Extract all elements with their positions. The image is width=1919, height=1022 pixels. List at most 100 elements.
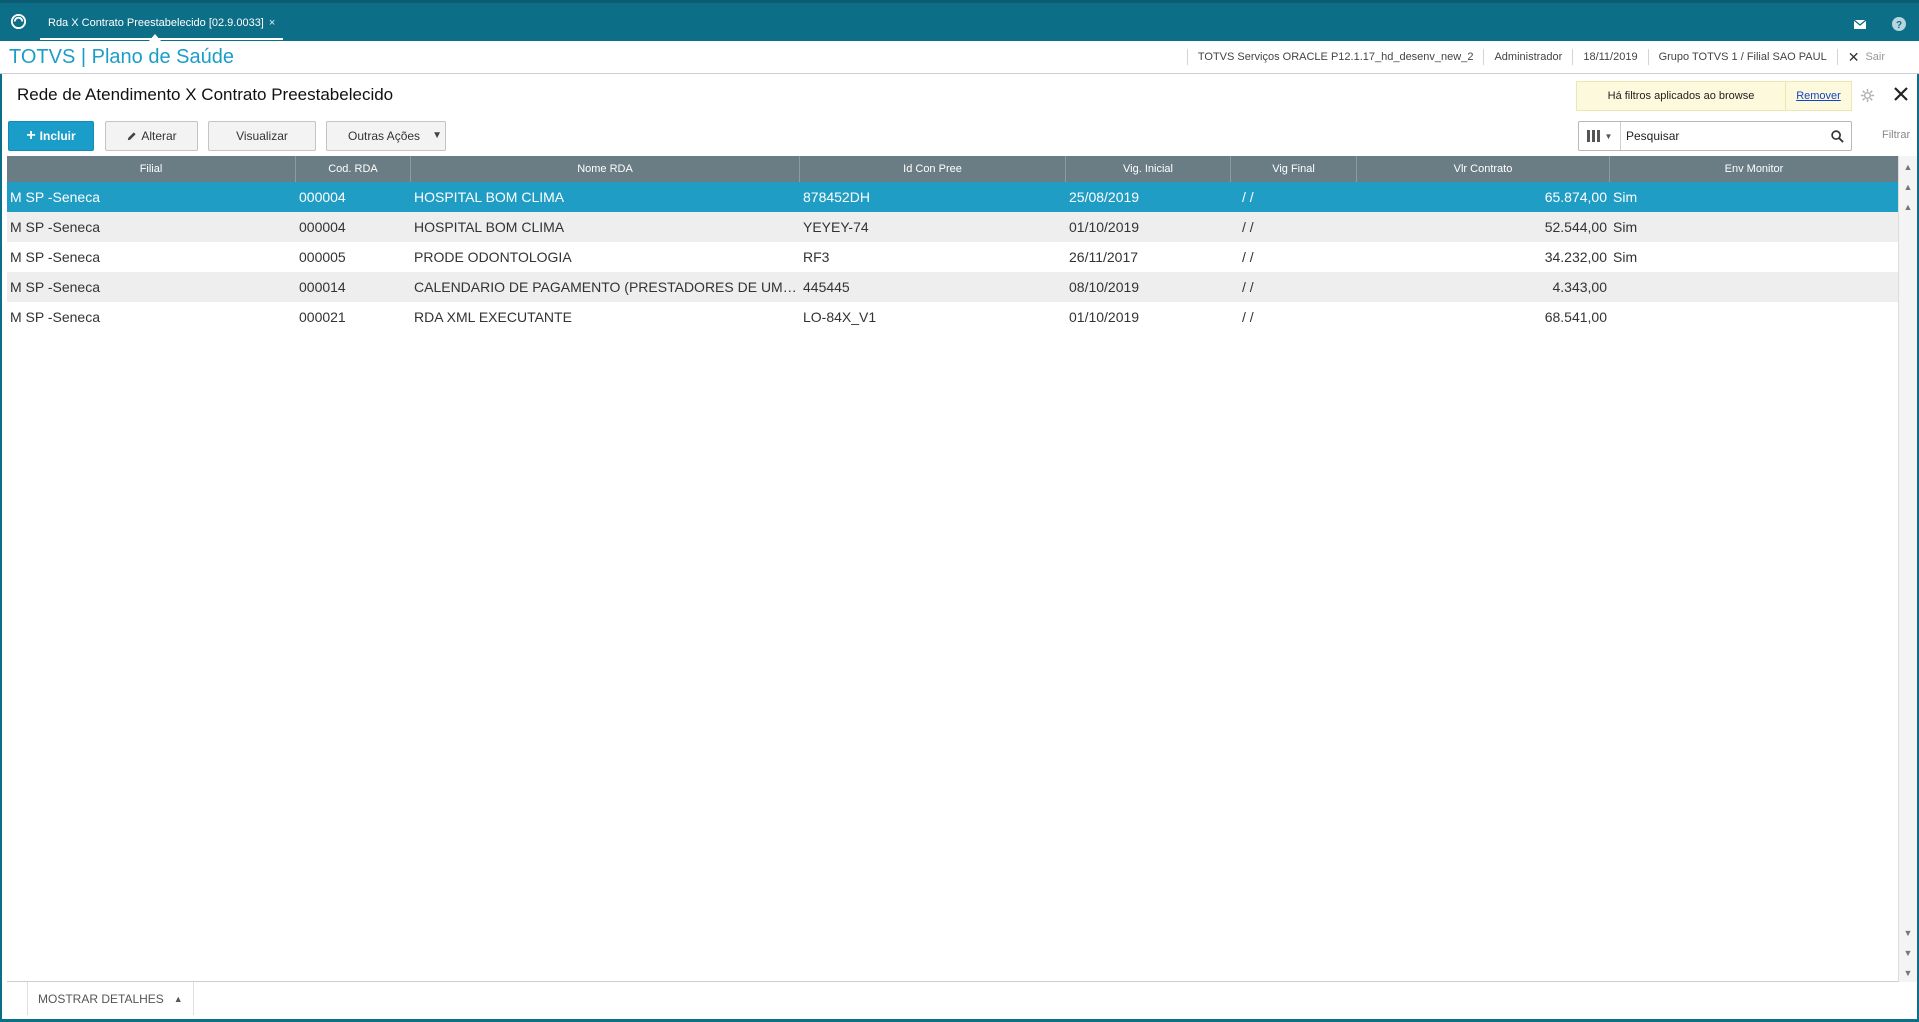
cell-vig-final: / / (1242, 279, 1254, 295)
scroll-bottom-icon[interactable]: ▼ (1902, 966, 1914, 980)
scroll-down-icon[interactable]: ▼ (1902, 926, 1914, 940)
top-bar: Rda X Contrato Preestabelecido [02.9.003… (0, 0, 1919, 41)
search-input[interactable] (1621, 129, 1823, 143)
tab-label: Rda X Contrato Preestabelecido [02.9.003… (48, 17, 264, 29)
cell-id-con-pree: YEYEY-74 (803, 219, 869, 235)
search-icon (1830, 129, 1844, 143)
search-button[interactable] (1823, 129, 1851, 143)
cell-filial: M SP -Seneca (10, 309, 101, 325)
edit-label: Alterar (141, 129, 177, 143)
view-button[interactable]: Visualizar (208, 121, 316, 151)
scroll-up-icon[interactable]: ▲ (1902, 200, 1914, 214)
cell-cod-rda: 000021 (299, 309, 346, 325)
exit-label: Sair (1865, 51, 1885, 63)
column-header-id-con-pree[interactable]: Id Con Pree (800, 156, 1066, 182)
close-icon: ✕ (1847, 49, 1860, 65)
column-header-nome-rda[interactable]: Nome RDA (411, 156, 800, 182)
cell-filial: M SP -Seneca (10, 249, 101, 265)
cell-env-monitor (1610, 272, 1898, 302)
table-row[interactable]: M SP -Seneca 000005 PRODE ODONTOLOGIA RF… (7, 242, 1898, 272)
cell-vlr-contrato: 68.541,00 (1544, 309, 1607, 325)
scroll-page-down-icon[interactable]: ▼ (1902, 946, 1914, 960)
cell-cod-rda: 000014 (299, 279, 346, 295)
cell-vlr-contrato: 52.544,00 (1544, 219, 1607, 235)
close-page-icon[interactable] (1893, 86, 1909, 102)
tab-rda-contrato[interactable]: Rda X Contrato Preestabelecido [02.9.003… (40, 8, 284, 40)
cell-vig-inicial: 01/10/2019 (1069, 309, 1140, 325)
cell-vig-final: / / (1242, 189, 1254, 205)
remove-filter-link[interactable]: Remover (1785, 82, 1851, 110)
show-details-label: MOSTRAR DETALHES (38, 991, 164, 1006)
cell-nome-rda: HOSPITAL BOM CLIMA (414, 219, 565, 235)
table-row[interactable]: M SP -Seneca 000014 CALENDARIO DE PAGAME… (7, 272, 1898, 302)
cell-env-monitor (1610, 302, 1898, 332)
cell-vlr-contrato: 65.874,00 (1544, 189, 1607, 205)
cell-nome-rda: RDA XML EXECUTANTE (414, 309, 572, 325)
column-header-env-monitor[interactable]: Env Monitor (1610, 156, 1898, 182)
show-details-button[interactable]: MOSTRAR DETALHES ▲ (27, 982, 194, 1015)
environment-label: TOTVS Serviços ORACLE P12.1.17_hd_desenv… (1186, 49, 1484, 65)
cell-filial: M SP -Seneca (10, 219, 101, 235)
table-row[interactable]: M SP -Seneca 000004 HOSPITAL BOM CLIMA Y… (7, 212, 1898, 242)
pencil-icon (128, 131, 136, 140)
filter-notice: Há filtros aplicados ao browse Remover (1576, 81, 1852, 111)
company-label[interactable]: Grupo TOTVS 1 / Filial SAO PAUL (1647, 49, 1837, 65)
column-header-vig-inicial[interactable]: Vig. Inicial (1066, 156, 1231, 182)
plus-icon: + (26, 127, 36, 144)
filter-notice-text: Há filtros aplicados ao browse (1607, 90, 1755, 102)
help-icon[interactable]: ? (1891, 16, 1907, 32)
include-button[interactable]: + Incluir (8, 121, 94, 151)
table-row[interactable]: M SP -Seneca 000004 HOSPITAL BOM CLIMA 8… (7, 182, 1898, 212)
mail-icon[interactable] (1852, 16, 1868, 32)
include-label: Incluir (39, 129, 76, 143)
active-tab-indicator (149, 34, 161, 41)
cell-vig-final: / / (1242, 249, 1254, 265)
table-row[interactable]: M SP -Seneca 000021 RDA XML EXECUTANTE L… (7, 302, 1898, 332)
cell-vig-inicial: 08/10/2019 (1069, 279, 1140, 295)
other-actions-button[interactable]: Outras Ações ▼ (326, 121, 446, 151)
cell-id-con-pree: LO-84X_V1 (803, 309, 877, 325)
edit-button[interactable]: Alterar (105, 121, 198, 151)
column-header-cod-rda[interactable]: Cod. RDA (296, 156, 411, 182)
cell-id-con-pree: 445445 (803, 279, 850, 295)
footer-bar: MOSTRAR DETALHES ▲ (7, 981, 1898, 1015)
session-info: TOTVS Serviços ORACLE P12.1.17_hd_desenv… (1186, 41, 1895, 73)
cell-nome-rda: PRODE ODONTOLOGIA (414, 249, 572, 265)
grid-header: Filial Cod. RDA Nome RDA Id Con Pree Vig… (7, 156, 1898, 182)
cell-env-monitor: Sim (1613, 189, 1638, 205)
cell-nome-rda: HOSPITAL BOM CLIMA (414, 189, 565, 205)
cell-cod-rda: 000004 (299, 189, 346, 205)
page-title: Rede de Atendimento X Contrato Preestabe… (17, 85, 394, 104)
cell-vig-inicial: 25/08/2019 (1069, 189, 1140, 205)
cell-env-monitor: Sim (1613, 219, 1638, 235)
column-header-vlr-contrato[interactable]: Vlr Contrato (1357, 156, 1610, 182)
user-label: Administrador (1483, 49, 1572, 65)
cell-vlr-contrato: 4.343,00 (1552, 279, 1608, 295)
gear-icon[interactable] (1860, 88, 1875, 103)
scroll-page-up-icon[interactable]: ▲ (1902, 180, 1914, 194)
totvs-logo-icon[interactable] (10, 13, 27, 30)
cell-filial: M SP -Seneca (10, 189, 101, 205)
cell-id-con-pree: RF3 (803, 249, 830, 265)
svg-text:?: ? (1896, 20, 1902, 31)
cell-id-con-pree: 878452DH (803, 189, 870, 205)
data-grid: Filial Cod. RDA Nome RDA Id Con Pree Vig… (7, 156, 1898, 332)
app-title: TOTVS | Plano de Saúde (9, 46, 234, 68)
column-header-filial[interactable]: Filial (7, 156, 296, 182)
cell-cod-rda: 000005 (299, 249, 346, 265)
tab-close-icon[interactable]: × (269, 17, 275, 29)
scroll-top-icon[interactable]: ▲ (1902, 160, 1914, 174)
column-selector[interactable]: ▼ (1579, 122, 1621, 150)
exit-button[interactable]: ✕ Sair (1836, 49, 1895, 65)
search-box: ▼ (1578, 121, 1852, 151)
view-label: Visualizar (236, 129, 288, 143)
cell-vig-final: / / (1242, 219, 1254, 235)
header-bar: TOTVS | Plano de Saúde TOTVS Serviços OR… (0, 41, 1919, 74)
filter-link[interactable]: Filtrar (1882, 129, 1910, 141)
caret-down-icon: ▼ (432, 130, 442, 141)
cell-filial: M SP -Seneca (10, 279, 101, 295)
column-header-vig-final[interactable]: Vig Final (1231, 156, 1357, 182)
chevron-down-icon: ▼ (1604, 131, 1613, 141)
cell-vig-inicial: 01/10/2019 (1069, 219, 1140, 235)
vertical-scrollbar[interactable]: ▲ ▲ ▲ ▼ ▼ ▼ (1898, 156, 1917, 982)
